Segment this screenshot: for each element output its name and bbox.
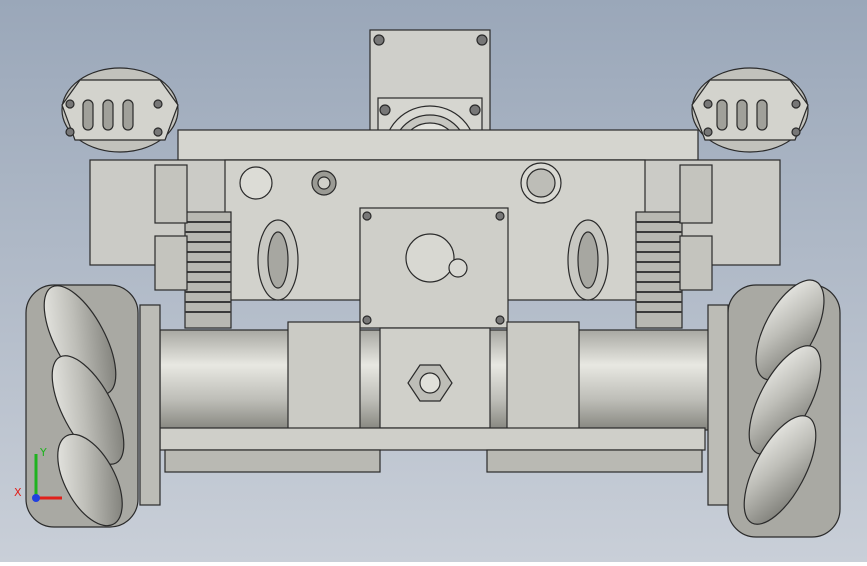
left-lift-handle[interactable] [257, 219, 299, 301]
coordinate-triad: X Y [8, 440, 78, 510]
y-axis-label: Y [39, 446, 47, 459]
center-gearbox[interactable] [359, 207, 509, 329]
robot-chassis-model[interactable] [0, 0, 867, 562]
left-top-wheel-hub[interactable] [61, 67, 179, 153]
right-top-wheel-hub[interactable] [691, 67, 809, 153]
right-lift-handle[interactable] [567, 219, 609, 301]
x-axis-label: X [14, 486, 22, 499]
drive-motor-assembly[interactable] [159, 321, 716, 473]
cad-3d-viewport[interactable]: X Y [0, 0, 867, 562]
right-mecanum-wheel[interactable] [707, 270, 841, 538]
z-axis-indicator [32, 494, 40, 502]
